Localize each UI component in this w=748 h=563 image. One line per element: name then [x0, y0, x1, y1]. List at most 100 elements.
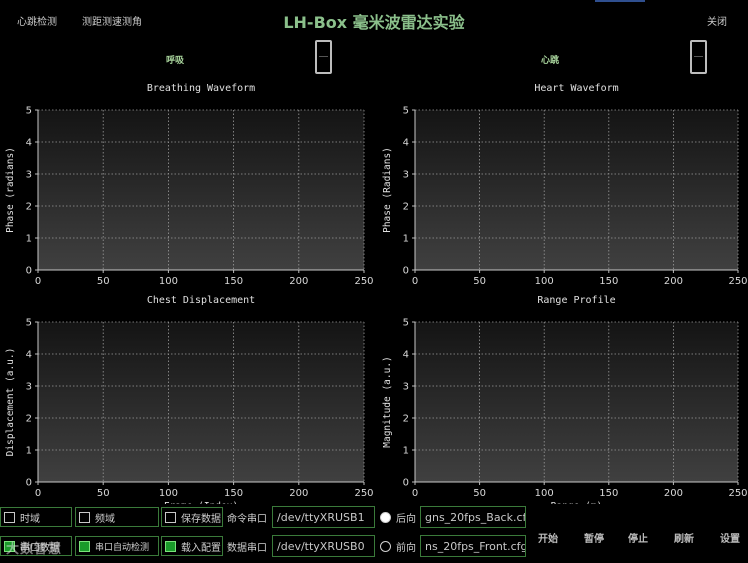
chart-title: Heart Waveform: [534, 83, 618, 94]
data-port-label: 数据串口: [227, 542, 267, 554]
checkbox-box[interactable]: [4, 511, 15, 523]
chest-displacement-panel: 0 50 100 150 200 250 0 1 2 3 4 5 Chest Displacement D…: [0, 292, 374, 504]
breathing-rate-display: [315, 40, 332, 74]
x-tick-label: 250: [728, 276, 747, 287]
cmd-port-label: 命令串口: [227, 513, 267, 525]
x-tick-label: 100: [159, 276, 178, 287]
watermark-logo: 大数智慧: [6, 542, 63, 557]
x-tick-label: 0: [35, 488, 41, 499]
x-tick-label: 50: [97, 276, 110, 287]
y-tick-label: 0: [403, 478, 409, 489]
time-domain-checkbox[interactable]: 时域: [0, 507, 72, 527]
breathing-label: 呼吸: [166, 56, 185, 66]
y-tick-label: 3: [26, 382, 32, 393]
save-data-checkbox[interactable]: 保存数据: [161, 507, 223, 527]
x-tick-label: 250: [728, 488, 747, 499]
y-tick-label: 2: [26, 202, 32, 213]
chart-title: Breathing Waveform: [147, 83, 255, 94]
x-tick-label: 150: [599, 488, 618, 499]
x-tick-label: 200: [289, 276, 308, 287]
y-tick-label: 2: [26, 414, 32, 425]
x-tick-label: 200: [664, 488, 683, 499]
radio-dot[interactable]: [380, 511, 391, 523]
x-tick-label: 100: [535, 276, 554, 287]
y-tick-label: 0: [403, 266, 409, 277]
y-tick-label: 3: [26, 170, 32, 181]
y-tick-label: 4: [26, 138, 32, 149]
rear-radio[interactable]: 后向: [377, 507, 421, 527]
x-tick-label: 100: [159, 488, 178, 499]
y-tick-label: 5: [403, 318, 409, 329]
freq-domain-checkbox[interactable]: 频域: [75, 507, 159, 527]
chart-title: Range Profile: [537, 295, 615, 306]
y-tick-label: 4: [26, 350, 32, 361]
stop-button[interactable]: 停止: [620, 530, 656, 545]
range-profile-chart: 0 50 100 150 200 250 0 1 2 3 4 5 Range Profile Magnit…: [377, 292, 748, 504]
front-radio[interactable]: 前向: [377, 536, 421, 556]
cmd-port-field[interactable]: /dev/ttyXRUSB1: [272, 506, 375, 528]
y-tick-label: 2: [403, 202, 409, 213]
x-tick-label: 250: [354, 488, 373, 499]
radio-dot[interactable]: [380, 540, 391, 552]
window-accent-bar: [595, 0, 645, 2]
settings-button[interactable]: 设置: [712, 530, 748, 545]
plot-area: [415, 322, 738, 482]
y-tick-label: 5: [26, 106, 32, 117]
x-tick-label: 100: [535, 488, 554, 499]
x-tick-label: 150: [224, 276, 243, 287]
chart-title: Chest Displacement: [147, 295, 255, 306]
plot-area: [38, 322, 364, 482]
y-axis-label: Displacement (a.u.): [5, 348, 16, 457]
y-tick-label: 5: [26, 318, 32, 329]
checkbox-box[interactable]: [79, 511, 90, 523]
x-tick-label: 200: [289, 488, 308, 499]
serial-auto-detect-checkbox[interactable]: 串口自动检测: [75, 536, 159, 556]
breathing-waveform-panel: 0 50 100 150 200 250 0 1 2 3 4 5 Breathing Waveform P…: [0, 80, 374, 292]
y-tick-label: 5: [403, 106, 409, 117]
pause-button[interactable]: 暂停: [576, 530, 612, 545]
y-axis-label: Phase (radians): [5, 147, 16, 233]
checkbox-label: 载入配置: [181, 542, 221, 554]
start-button[interactable]: 开始: [530, 530, 566, 545]
x-tick-label: 150: [599, 276, 618, 287]
range-profile-panel: 0 50 100 150 200 250 0 1 2 3 4 5 Range Profile Magnit…: [377, 292, 748, 504]
y-axis-label: Phase (Radians): [382, 147, 393, 233]
heart-waveform-chart: 0 50 100 150 200 250 0 1 2 3 4 5 Heart Waveform Phase…: [377, 80, 748, 292]
load-config-checkbox[interactable]: 载入配置: [161, 536, 223, 556]
app-title: LH-Box 毫米波雷达实验: [283, 13, 465, 32]
y-tick-label: 1: [26, 234, 32, 245]
y-tick-label: 1: [403, 234, 409, 245]
breathing-waveform-chart: 0 50 100 150 200 250 0 1 2 3 4 5 Breathing Waveform P…: [0, 80, 374, 292]
radio-label: 后向: [396, 513, 416, 525]
heart-waveform-panel: 0 50 100 150 200 250 0 1 2 3 4 5 Heart Waveform Phase…: [377, 80, 748, 292]
x-tick-label: 50: [473, 276, 486, 287]
checkbox-box[interactable]: [79, 540, 90, 552]
x-tick-label: 0: [412, 276, 418, 287]
x-axis-label: Range (m): [551, 501, 602, 504]
y-tick-label: 3: [403, 382, 409, 393]
plot-area: [415, 110, 738, 270]
close-button[interactable]: 关闭: [707, 13, 727, 28]
y-tick-label: 0: [26, 266, 32, 277]
checkbox-label: 频域: [95, 513, 115, 525]
data-port-field[interactable]: /dev/ttyXRUSB0: [272, 535, 375, 557]
x-tick-label: 250: [354, 276, 373, 287]
checkbox-label: 串口自动检测: [95, 542, 150, 553]
x-tick-label: 50: [97, 488, 110, 499]
y-axis-label: Magnitude (a.u.): [382, 356, 393, 448]
heart-rate-display: [690, 40, 707, 74]
rear-config-field[interactable]: gns_20fps_Back.cfg: [420, 506, 526, 528]
y-tick-label: 4: [403, 138, 409, 149]
y-tick-label: 1: [403, 446, 409, 457]
radio-label: 前向: [396, 542, 416, 554]
x-tick-label: 50: [473, 488, 486, 499]
checkbox-label: 时域: [20, 513, 40, 525]
checkbox-box[interactable]: [165, 540, 176, 552]
checkbox-box[interactable]: [165, 511, 176, 523]
y-tick-label: 0: [26, 478, 32, 489]
front-config-field[interactable]: ns_20fps_Front.cfg: [420, 535, 526, 557]
x-tick-label: 0: [412, 488, 418, 499]
refresh-button[interactable]: 刷新: [666, 530, 702, 545]
heart-label: 心跳: [541, 56, 560, 66]
x-tick-label: 0: [35, 276, 41, 287]
